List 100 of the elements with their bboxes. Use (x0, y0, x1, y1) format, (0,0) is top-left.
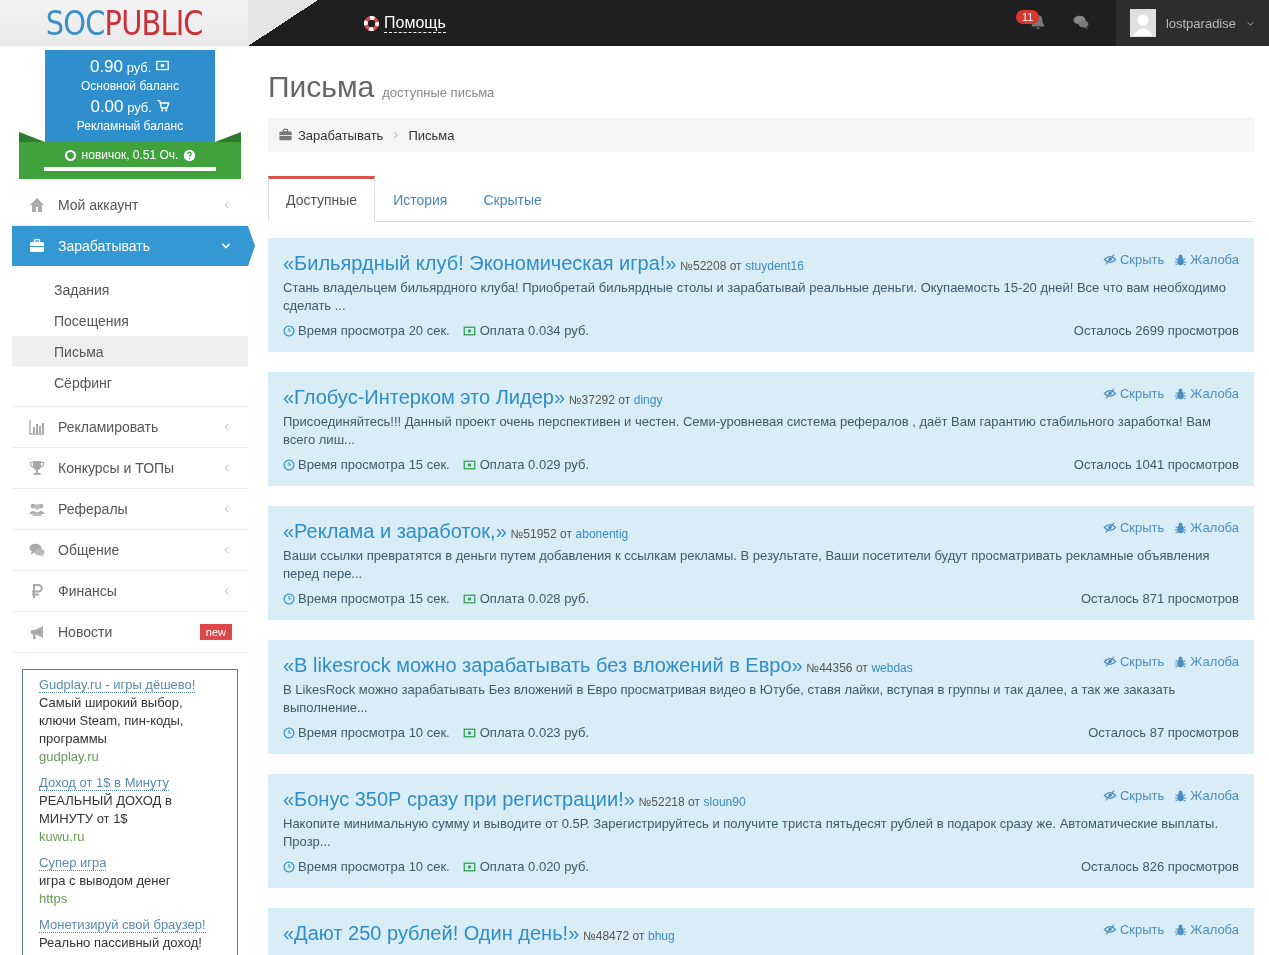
sidebar-item[interactable]: Конкурсы и ТОПы (12, 448, 248, 489)
sidebar-item[interactable]: Рефералы (12, 489, 248, 530)
money-icon (461, 324, 477, 337)
ad-title[interactable]: Доход от 1$ в Минуту (39, 775, 169, 791)
bug-icon (1174, 655, 1188, 668)
author-link[interactable]: dingy (633, 393, 663, 407)
cart-icon (155, 99, 170, 112)
ruble-icon (29, 583, 45, 599)
house-icon (29, 197, 45, 213)
letter-number: №52218 от (638, 795, 700, 809)
view-time: Время просмотра 10 сек. (298, 725, 450, 740)
report-link[interactable]: Жалоба (1174, 252, 1239, 267)
bug-icon (1174, 387, 1188, 400)
sidebar-item[interactable]: Рекламировать (12, 407, 248, 448)
sidebar-item[interactable]: Общение (12, 530, 248, 571)
hide-link[interactable]: Скрыть (1102, 252, 1165, 267)
views-remaining: Осталось 826 просмотров (1081, 859, 1239, 874)
report-link[interactable]: Жалоба (1174, 654, 1239, 669)
chevron-left-icon (222, 462, 232, 474)
submenu-item[interactable]: Посещения (12, 305, 248, 336)
ad-title[interactable]: Монетизируй свой браузер! (39, 917, 206, 933)
hide-link[interactable]: Скрыть (1102, 922, 1165, 937)
chat-icon (1072, 13, 1090, 30)
letter-title[interactable]: «Бильярдный клуб! Экономическая игра!» (283, 252, 677, 274)
sidebar-item[interactable]: Финансы (12, 571, 248, 612)
letter-number: №48472 от (582, 929, 645, 943)
ad-text: Реально пассивный доход! (39, 935, 202, 950)
hide-link[interactable]: Скрыть (1102, 520, 1165, 535)
hide-link[interactable]: Скрыть (1102, 654, 1165, 669)
letter-description: Присоединяйтесь!!! Данный проект очень перспективен и честен. Семи-уровневая система рефералов , даёт Вам гарантию стабильного заработка! Вам всего лиш... (283, 413, 1212, 449)
avatar-icon (1130, 9, 1156, 37)
report-link[interactable]: Жалоба (1174, 788, 1239, 803)
ad-text: РЕАЛЬНЫЙ ДОХОД в МИНУТУ от 1$ (39, 793, 172, 826)
money-icon (461, 860, 477, 873)
letter-description: Стань владельцем бильярдного клуба! Приобретай бильярдные столы и зарабатывай реальные деньги. Окупаемость 15-20 дней! Все что вам необходимо сделать ... (283, 279, 1227, 315)
eye-slash-icon (1102, 521, 1117, 534)
letter-number: №44356 от (806, 661, 868, 675)
money-icon (461, 726, 477, 739)
submenu-item[interactable]: Письма (12, 336, 248, 367)
trophy-icon (29, 460, 45, 476)
author-link[interactable]: bhug (648, 929, 675, 943)
bug-icon (1174, 521, 1188, 534)
tab[interactable]: История (375, 176, 466, 222)
ad-title[interactable]: Супер игра (39, 855, 107, 871)
views-remaining: Осталось 87 просмотров (1088, 725, 1239, 740)
letter-title[interactable]: «Глобус-Интерком это Лидер» (283, 386, 566, 408)
breadcrumb-item[interactable]: Зарабатывать (298, 127, 384, 143)
tab[interactable]: Доступные (268, 176, 376, 222)
clock-icon (283, 860, 295, 873)
author-link[interactable]: abonentig (575, 527, 629, 541)
help-icon (183, 148, 197, 162)
diagonal-stripe (248, 0, 318, 46)
letter-title[interactable]: «Реклама и заработок,» (283, 520, 507, 542)
letter-number: №51952 от (510, 527, 572, 541)
user-menu[interactable]: lostparadise (1116, 0, 1269, 46)
view-time: Время просмотра 20 сек. (298, 323, 450, 338)
letter-description: Ваши ссылки превратятся в деньги путем добавления к ссылкам рекламы. В результате, Ваши посетители будут просматривать рекламные объявления перед пере... (283, 547, 1211, 583)
tab[interactable]: Скрытые (465, 176, 560, 222)
letter-number: №52208 от (680, 259, 742, 273)
payment: Оплата 0.028 руб. (479, 591, 589, 606)
help-link[interactable]: Помощь (364, 13, 446, 33)
users-icon (28, 501, 46, 517)
author-link[interactable]: stuydent16 (745, 259, 804, 273)
clock-icon (283, 324, 295, 337)
report-link[interactable]: Жалоба (1174, 386, 1239, 401)
eye-slash-icon (1102, 789, 1117, 802)
submenu-item[interactable]: Сёрфинг (12, 367, 248, 398)
megaphone-icon (29, 624, 45, 640)
clock-icon (283, 592, 295, 605)
hide-link[interactable]: Скрыть (1102, 788, 1165, 803)
balance-panel: 0.90 руб. Основной баланс 0.00 руб. Рекламный баланс (45, 50, 215, 142)
letter-description: В LikesRock можно зарабатывать Без вложений в Евро просматривая видео в Ютубе, ставя лайки, вступая в группы и так далее, а так же заказать выполнение... (283, 681, 1177, 717)
report-link[interactable]: Жалоба (1174, 520, 1239, 535)
letter-title[interactable]: «В likesrock можно зарабатывать без вложений в Евро» (283, 654, 803, 676)
ad-text: Самый широкий выбор, ключи Steam, пин-коды, программы (39, 695, 184, 746)
views-remaining: Осталось 1041 просмотров (1073, 457, 1239, 472)
eye-slash-icon (1102, 655, 1117, 668)
chevron-right-icon (391, 130, 401, 140)
letter-title[interactable]: «Дают 250 рублей! Один день!» (283, 922, 580, 944)
bug-icon (1174, 923, 1188, 936)
payment: Оплата 0.023 руб. (479, 725, 589, 740)
eye-slash-icon (1102, 253, 1117, 266)
page-title: Письма (268, 70, 375, 104)
letter-description: Накопите минимальную сумму и выводите от 0.5Р. Зарегистрируйтесь и получите триста пятьдесят рублей в подарок сразу же. Автоматические выплаты. Прозр... (283, 815, 1220, 851)
views-remaining: Осталось 871 просмотров (1081, 591, 1239, 606)
report-link[interactable]: Жалоба (1174, 922, 1239, 937)
ad-title[interactable]: Gudplay.ru - игры дёшево! (39, 677, 196, 693)
bug-icon (1174, 253, 1188, 266)
letter-title[interactable]: «Бонус 350Р сразу при регистрации!» (283, 788, 635, 810)
author-link[interactable]: webdas (871, 661, 913, 675)
new-badge: new (199, 624, 232, 640)
views-remaining: Осталось 2699 просмотров (1073, 323, 1239, 338)
money-icon (155, 59, 171, 72)
author-link[interactable]: sloun90 (703, 795, 746, 809)
ad-text: игра с выводом денег (39, 873, 171, 888)
payment: Оплата 0.029 руб. (479, 457, 589, 472)
sidebar-item[interactable]: Новости new (12, 612, 248, 653)
hide-link[interactable]: Скрыть (1102, 386, 1165, 401)
clock-icon (283, 726, 295, 739)
submenu-item[interactable]: Задания (12, 274, 248, 305)
